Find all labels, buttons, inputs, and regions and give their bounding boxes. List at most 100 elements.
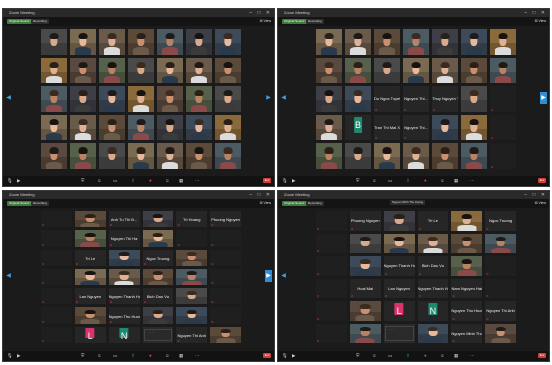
participant-tile[interactable] bbox=[128, 143, 154, 169]
participant-tile[interactable] bbox=[70, 29, 96, 55]
next-page-icon[interactable]: ▶ bbox=[540, 91, 547, 104]
participant-tile[interactable] bbox=[451, 256, 483, 276]
participant-tile[interactable]: Ngoc Truong ⊘ bbox=[485, 211, 516, 231]
participant-tile[interactable] bbox=[186, 143, 212, 169]
participant-tile[interactable] bbox=[41, 29, 67, 55]
security-icon[interactable]: ⛨ bbox=[81, 353, 84, 359]
participant-tile[interactable] bbox=[142, 211, 174, 228]
share-icon[interactable]: ⇧ bbox=[131, 178, 135, 184]
video-icon[interactable]: ▶ bbox=[292, 353, 295, 359]
video-icon[interactable]: ▶ bbox=[17, 178, 20, 184]
participant-tile[interactable] bbox=[176, 307, 208, 324]
record-icon[interactable]: ● bbox=[149, 178, 152, 184]
participant-tile[interactable]: ⊘ bbox=[210, 230, 241, 247]
reactions-icon[interactable]: ☺ bbox=[165, 353, 170, 359]
participant-tile[interactable] bbox=[70, 86, 96, 112]
participant-tile[interactable]: ⊘ bbox=[485, 278, 516, 298]
participant-tile[interactable] bbox=[316, 86, 342, 112]
video-icon[interactable]: ▶ bbox=[17, 353, 20, 359]
participant-tile[interactable]: ⊘ bbox=[41, 307, 72, 324]
participant-tile[interactable]: L bbox=[74, 326, 106, 343]
participant-tile[interactable]: Bich Dao Vu ⊘ bbox=[142, 288, 174, 305]
participant-tile[interactable] bbox=[316, 29, 342, 55]
apps-icon[interactable]: ▦ bbox=[179, 178, 183, 184]
participant-tile[interactable]: Lan Nguyen ⊘ bbox=[383, 278, 415, 298]
participant-tile[interactable] bbox=[349, 323, 381, 343]
participant-tile[interactable] bbox=[345, 29, 371, 55]
participant-tile[interactable] bbox=[345, 57, 371, 84]
end-meeting-button[interactable]: End bbox=[538, 353, 546, 358]
participant-tile[interactable]: ⊘ bbox=[41, 288, 72, 305]
participants-icon[interactable]: ☺ bbox=[372, 353, 377, 359]
participant-tile[interactable] bbox=[142, 230, 174, 247]
participant-tile[interactable]: Nam Nguyen Hai ⊘ bbox=[451, 278, 483, 298]
participant-tile[interactable] bbox=[128, 57, 154, 84]
participant-tile[interactable]: ⊘ bbox=[41, 211, 72, 228]
record-icon[interactable]: ● bbox=[424, 353, 427, 359]
participant-tile[interactable] bbox=[74, 268, 106, 286]
participant-tile[interactable] bbox=[70, 114, 96, 141]
previous-page-icon[interactable]: ◀ bbox=[5, 92, 12, 104]
view-button[interactable]: ⊞ View bbox=[260, 201, 271, 206]
participant-tile[interactable] bbox=[128, 86, 154, 112]
next-page-icon[interactable]: ▶ bbox=[265, 92, 272, 104]
participant-tile[interactable]: ⊘ bbox=[41, 326, 72, 343]
participant-tile[interactable]: Tran Thi Mai X... ⊘ bbox=[374, 114, 400, 141]
reactions-icon[interactable]: ☺ bbox=[165, 178, 170, 184]
view-button[interactable]: ⊞ View bbox=[535, 201, 546, 206]
participant-tile[interactable] bbox=[210, 326, 241, 343]
participant-tile[interactable] bbox=[403, 57, 429, 84]
participant-tile[interactable]: L bbox=[383, 301, 415, 321]
recording-indicator[interactable]: Recording bbox=[306, 201, 324, 206]
participant-tile[interactable]: N bbox=[417, 301, 449, 321]
participant-tile[interactable]: Tri Le ⊘ bbox=[417, 211, 449, 231]
participant-tile[interactable]: ⊘ bbox=[316, 301, 347, 321]
participant-tile[interactable] bbox=[186, 57, 212, 84]
participant-tile[interactable]: ⊘ bbox=[41, 230, 72, 247]
participant-tile[interactable] bbox=[176, 249, 208, 266]
participant-tile[interactable]: Nguyen Minh Thu ⊘ bbox=[451, 323, 483, 343]
participant-tile[interactable] bbox=[403, 29, 429, 55]
participant-tile[interactable] bbox=[99, 143, 125, 169]
participant-tile[interactable] bbox=[215, 57, 241, 84]
participant-tile[interactable]: ⊘ bbox=[316, 323, 347, 343]
participant-tile[interactable] bbox=[432, 143, 458, 169]
participant-tile[interactable]: B bbox=[345, 114, 371, 141]
participant-tile[interactable] bbox=[417, 323, 449, 343]
chat-icon[interactable]: ▭ bbox=[113, 353, 117, 359]
participants-icon[interactable]: ☺ bbox=[97, 353, 102, 359]
chat-icon[interactable]: ▭ bbox=[388, 353, 392, 359]
participant-tile[interactable]: Phuong Nguyen ⊘ bbox=[210, 211, 241, 228]
participant-tile[interactable] bbox=[490, 57, 516, 84]
participant-tile[interactable] bbox=[142, 307, 174, 324]
mute-icon[interactable]: 🎙 bbox=[7, 353, 13, 359]
participant-tile[interactable]: ⊘ bbox=[316, 256, 347, 276]
participant-tile[interactable] bbox=[345, 86, 371, 112]
participant-tile[interactable]: Thuy Nguyen T... ⊘ bbox=[432, 86, 458, 112]
participant-tile[interactable] bbox=[451, 233, 483, 253]
participant-tile[interactable] bbox=[485, 233, 516, 253]
window-controls[interactable]: – □ ✕ bbox=[249, 9, 272, 17]
participant-tile[interactable] bbox=[157, 114, 183, 141]
participant-tile[interactable]: Nguyen Thi... ⊘ bbox=[403, 86, 429, 112]
participant-tile[interactable] bbox=[157, 57, 183, 84]
participant-tile[interactable] bbox=[142, 268, 174, 286]
window-controls[interactable]: – □ ✕ bbox=[524, 9, 547, 17]
participant-tile[interactable] bbox=[316, 143, 342, 169]
participant-tile[interactable]: Ngoc Truong ⊘ bbox=[142, 249, 174, 266]
record-icon[interactable]: ● bbox=[424, 178, 427, 184]
participant-tile[interactable] bbox=[99, 29, 125, 55]
record-icon[interactable]: ● bbox=[149, 353, 152, 359]
participant-tile[interactable] bbox=[383, 233, 415, 253]
participant-tile[interactable]: Phuong Nguyen ⊘ bbox=[349, 211, 381, 231]
participant-tile[interactable] bbox=[41, 143, 67, 169]
participant-tile[interactable] bbox=[485, 323, 516, 343]
participant-tile[interactable] bbox=[374, 29, 400, 55]
participant-tile[interactable]: Bich Dao Vu ⊘ bbox=[417, 256, 449, 276]
participant-tile[interactable]: ⊘ bbox=[210, 288, 241, 305]
participant-tile[interactable] bbox=[383, 211, 415, 231]
participant-tile[interactable] bbox=[316, 57, 342, 84]
participant-tile[interactable] bbox=[157, 86, 183, 112]
participant-tile[interactable]: ⊘ bbox=[316, 233, 347, 253]
participant-tile[interactable]: Nguyen Thi Anh ⊘ bbox=[176, 326, 208, 343]
